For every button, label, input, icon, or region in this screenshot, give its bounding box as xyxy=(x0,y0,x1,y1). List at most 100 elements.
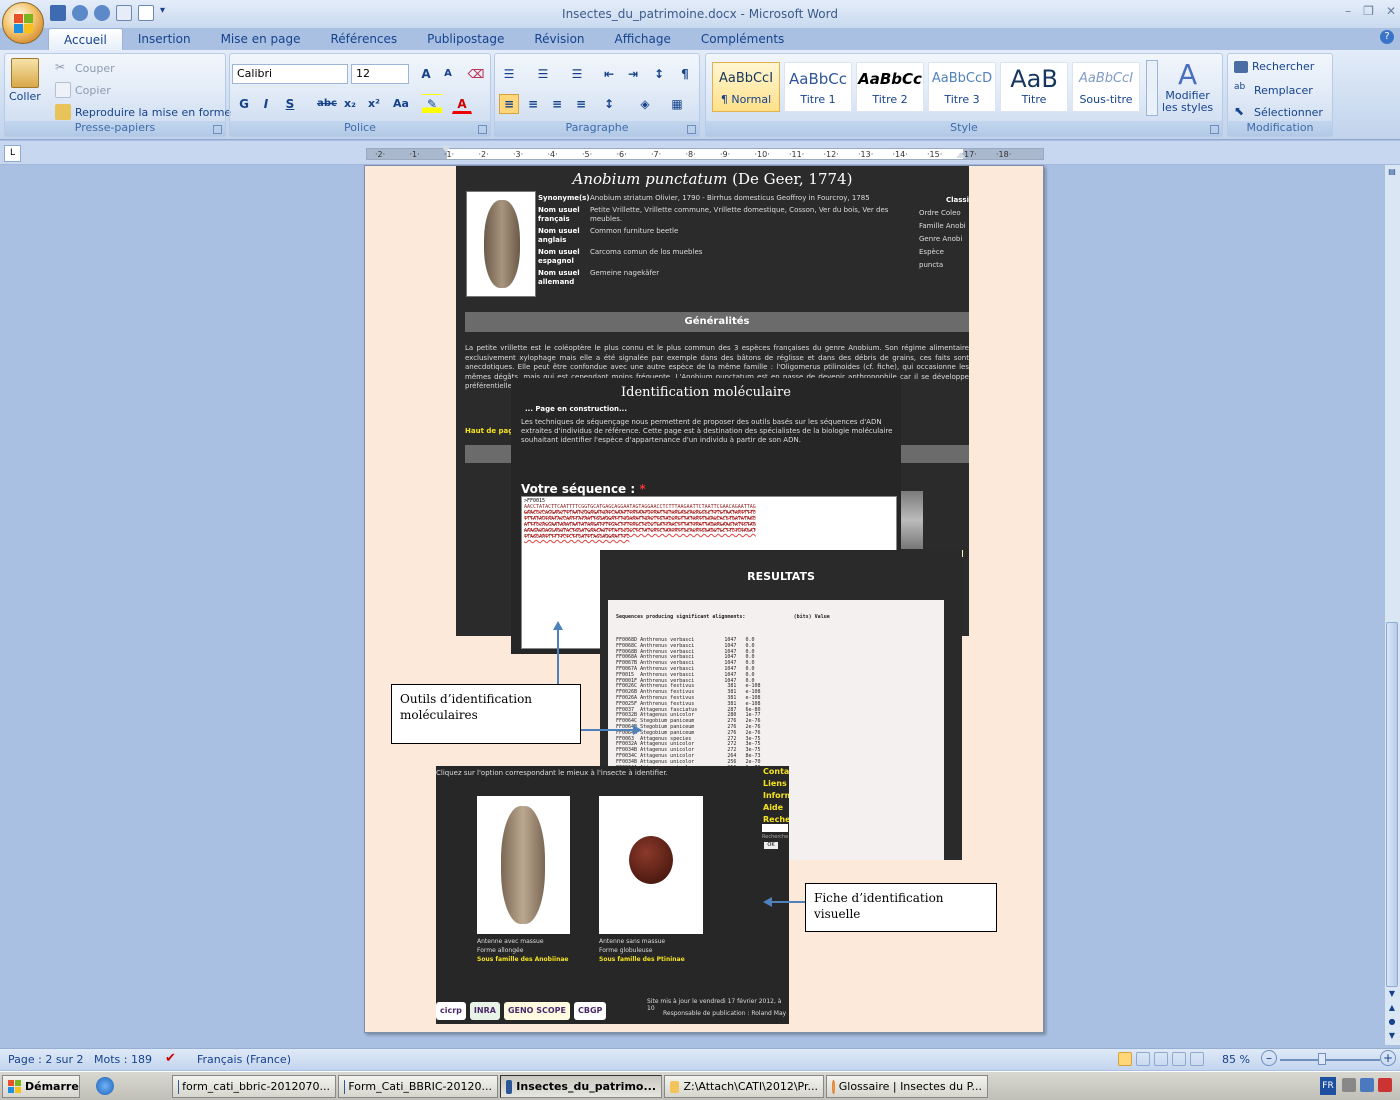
numbering-icon[interactable]: ☰ xyxy=(533,64,553,84)
style-titre-1[interactable]: AaBbCc Titre 1 xyxy=(784,62,852,112)
restore-button[interactable]: ❐ xyxy=(1363,4,1374,18)
network-icon[interactable] xyxy=(1360,1078,1374,1092)
strikethrough-button[interactable]: abc xyxy=(314,94,340,114)
zoom-slider-thumb[interactable] xyxy=(1317,1053,1326,1065)
italic-button[interactable]: I xyxy=(256,94,276,114)
style-titre-2[interactable]: AaBbCc Titre 2 xyxy=(856,62,924,112)
copy-button[interactable]: Copier xyxy=(55,82,111,98)
align-center-icon[interactable]: ≡ xyxy=(523,94,543,114)
sort-icon[interactable]: ↕ xyxy=(649,64,669,84)
style-preview: AaBbCcI xyxy=(718,71,774,86)
replace-button[interactable]: ab Remplacer xyxy=(1234,82,1313,98)
arrow-left-head xyxy=(763,897,772,907)
style-sous-titre[interactable]: AaBbCcI Sous-titre xyxy=(1072,62,1140,112)
scrollbar-thumb[interactable] xyxy=(1386,622,1398,987)
page-counter[interactable]: Page : 2 sur 2 xyxy=(8,1053,84,1066)
zoom-level[interactable]: 85 % xyxy=(1222,1053,1250,1066)
print-layout-view-icon[interactable] xyxy=(1118,1052,1132,1066)
help-icon[interactable]: ? xyxy=(1380,30,1394,44)
internet-explorer-icon[interactable] xyxy=(96,1077,114,1095)
tab-mise-en-page[interactable]: Mise en page xyxy=(206,28,316,50)
close-button[interactable]: ✕ xyxy=(1386,4,1396,18)
styles-dialog-launcher[interactable] xyxy=(1210,125,1219,134)
borders-icon[interactable]: ▦ xyxy=(667,94,687,114)
zoom-out-button[interactable]: – xyxy=(1261,1050,1277,1066)
font-dialog-launcher[interactable] xyxy=(478,125,487,134)
spelling-icon[interactable]: ✔ xyxy=(165,1051,176,1066)
tab-complements[interactable]: Compléments xyxy=(686,28,799,50)
tab-revision[interactable]: Révision xyxy=(519,28,599,50)
printer-icon[interactable] xyxy=(1342,1078,1356,1092)
language-bar[interactable]: FR xyxy=(1320,1077,1336,1095)
ruler-toggle-icon[interactable]: ▤ xyxy=(1386,167,1398,179)
minimize-button[interactable]: – xyxy=(1345,4,1351,18)
clear-format-icon[interactable]: ⌫ xyxy=(466,64,486,84)
web-layout-view-icon[interactable] xyxy=(1154,1052,1168,1066)
bold-button[interactable]: G xyxy=(234,94,254,114)
draft-view-icon[interactable] xyxy=(1190,1052,1204,1066)
increase-indent-icon[interactable]: ⇥ xyxy=(623,64,643,84)
paragraph-dialog-launcher[interactable] xyxy=(687,125,696,134)
align-right-icon[interactable]: ≡ xyxy=(547,94,567,114)
horizontal-ruler[interactable]: ·2· ·1· ·1· ·2· ·3· ·4· ·5· ·6· ·7· ·8· ·9· ·10· ·11… xyxy=(366,148,1044,160)
superscript-button[interactable]: x² xyxy=(364,94,384,114)
taskbar-item-form-2[interactable]: Form_Cati_BBRIC-20120... xyxy=(338,1075,498,1098)
format-painter-button[interactable]: Reproduire la mise en forme xyxy=(55,104,231,120)
tab-publipostage[interactable]: Publipostage xyxy=(412,28,519,50)
style-normal[interactable]: AaBbCcI ¶ Normal xyxy=(712,62,780,112)
window-title: Insectes_du_patrimoine.docx - Microsoft … xyxy=(562,7,838,21)
right-indent-marker[interactable] xyxy=(956,152,966,158)
style-titre[interactable]: AaB Titre xyxy=(1000,62,1068,112)
modify-styles-button[interactable]: A Modifier les styles xyxy=(1162,60,1213,114)
scroll-down-icon[interactable]: ▼ xyxy=(1387,988,1397,1000)
change-case-button[interactable]: Aa xyxy=(388,94,414,114)
tab-affichage[interactable]: Affichage xyxy=(600,28,686,50)
next-page-icon[interactable]: ▼ xyxy=(1387,1030,1397,1042)
tab-insertion[interactable]: Insertion xyxy=(123,28,206,50)
start-button[interactable]: Démarrer xyxy=(2,1075,80,1098)
show-formatting-icon[interactable]: ¶ xyxy=(675,64,695,84)
font-name-combo[interactable]: Calibri xyxy=(232,64,348,84)
zoom-in-button[interactable]: + xyxy=(1380,1050,1396,1066)
styles-gallery-scroll[interactable] xyxy=(1146,60,1158,116)
tab-accueil[interactable]: Accueil xyxy=(48,28,123,50)
outline-view-icon[interactable] xyxy=(1172,1052,1186,1066)
align-left-icon[interactable]: ≡ xyxy=(499,94,519,114)
bullets-icon[interactable]: ☰ xyxy=(499,64,519,84)
paste-button[interactable]: Coller xyxy=(9,58,41,103)
browse-object-icon[interactable]: ● xyxy=(1387,1016,1397,1028)
grow-font-button[interactable]: A xyxy=(416,64,436,84)
shading-icon[interactable]: ◈ xyxy=(635,94,655,114)
font-size-combo[interactable]: 12 xyxy=(351,64,409,84)
full-screen-view-icon[interactable] xyxy=(1136,1052,1150,1066)
underline-button[interactable]: S xyxy=(280,94,300,114)
taskbar-item-firefox[interactable]: Glossaire | Insectes du P... xyxy=(826,1075,988,1098)
highlight-icon[interactable]: ✎ xyxy=(422,94,442,114)
office-button[interactable] xyxy=(2,2,44,44)
find-button[interactable]: Rechercher xyxy=(1234,60,1314,73)
multilevel-list-icon[interactable]: ☰ xyxy=(567,64,587,84)
zoom-slider[interactable] xyxy=(1280,1059,1380,1061)
decrease-indent-icon[interactable]: ⇤ xyxy=(599,64,619,84)
document-page[interactable]: Anobium punctatum (De Geer, 1774) Synony… xyxy=(364,165,1044,1033)
taskbar-item-form-1[interactable]: form_cati_bbric-2012070... xyxy=(172,1075,336,1098)
justify-icon[interactable]: ≡ xyxy=(571,94,591,114)
font-color-icon[interactable]: A xyxy=(452,94,472,114)
first-line-indent-marker[interactable] xyxy=(441,146,451,152)
tab-references[interactable]: Références xyxy=(315,28,412,50)
word-count[interactable]: Mots : 189 xyxy=(94,1053,152,1066)
line-spacing-icon[interactable]: ↕ xyxy=(599,94,619,114)
taskbar-item-insectes[interactable]: Insectes_du_patrimo... xyxy=(500,1075,662,1098)
cut-button[interactable]: ✂ Couper xyxy=(55,60,115,76)
select-button[interactable]: ⬉ Sélectionner xyxy=(1234,104,1323,120)
clipboard-dialog-launcher[interactable] xyxy=(213,125,222,134)
taskbar-item-folder[interactable]: Z:\Attach\CATI\2012\Pr... xyxy=(664,1075,824,1098)
shrink-font-button[interactable]: A xyxy=(438,64,458,84)
style-titre-3[interactable]: AaBbCcD Titre 3 xyxy=(928,62,996,112)
ruler-mark: ·15· xyxy=(927,150,943,159)
tab-selector[interactable]: L xyxy=(4,145,21,162)
subscript-button[interactable]: x₂ xyxy=(340,94,360,114)
language-indicator[interactable]: Français (France) xyxy=(197,1053,291,1066)
shield-icon[interactable] xyxy=(1378,1078,1392,1092)
previous-page-icon[interactable]: ▲ xyxy=(1387,1002,1397,1014)
